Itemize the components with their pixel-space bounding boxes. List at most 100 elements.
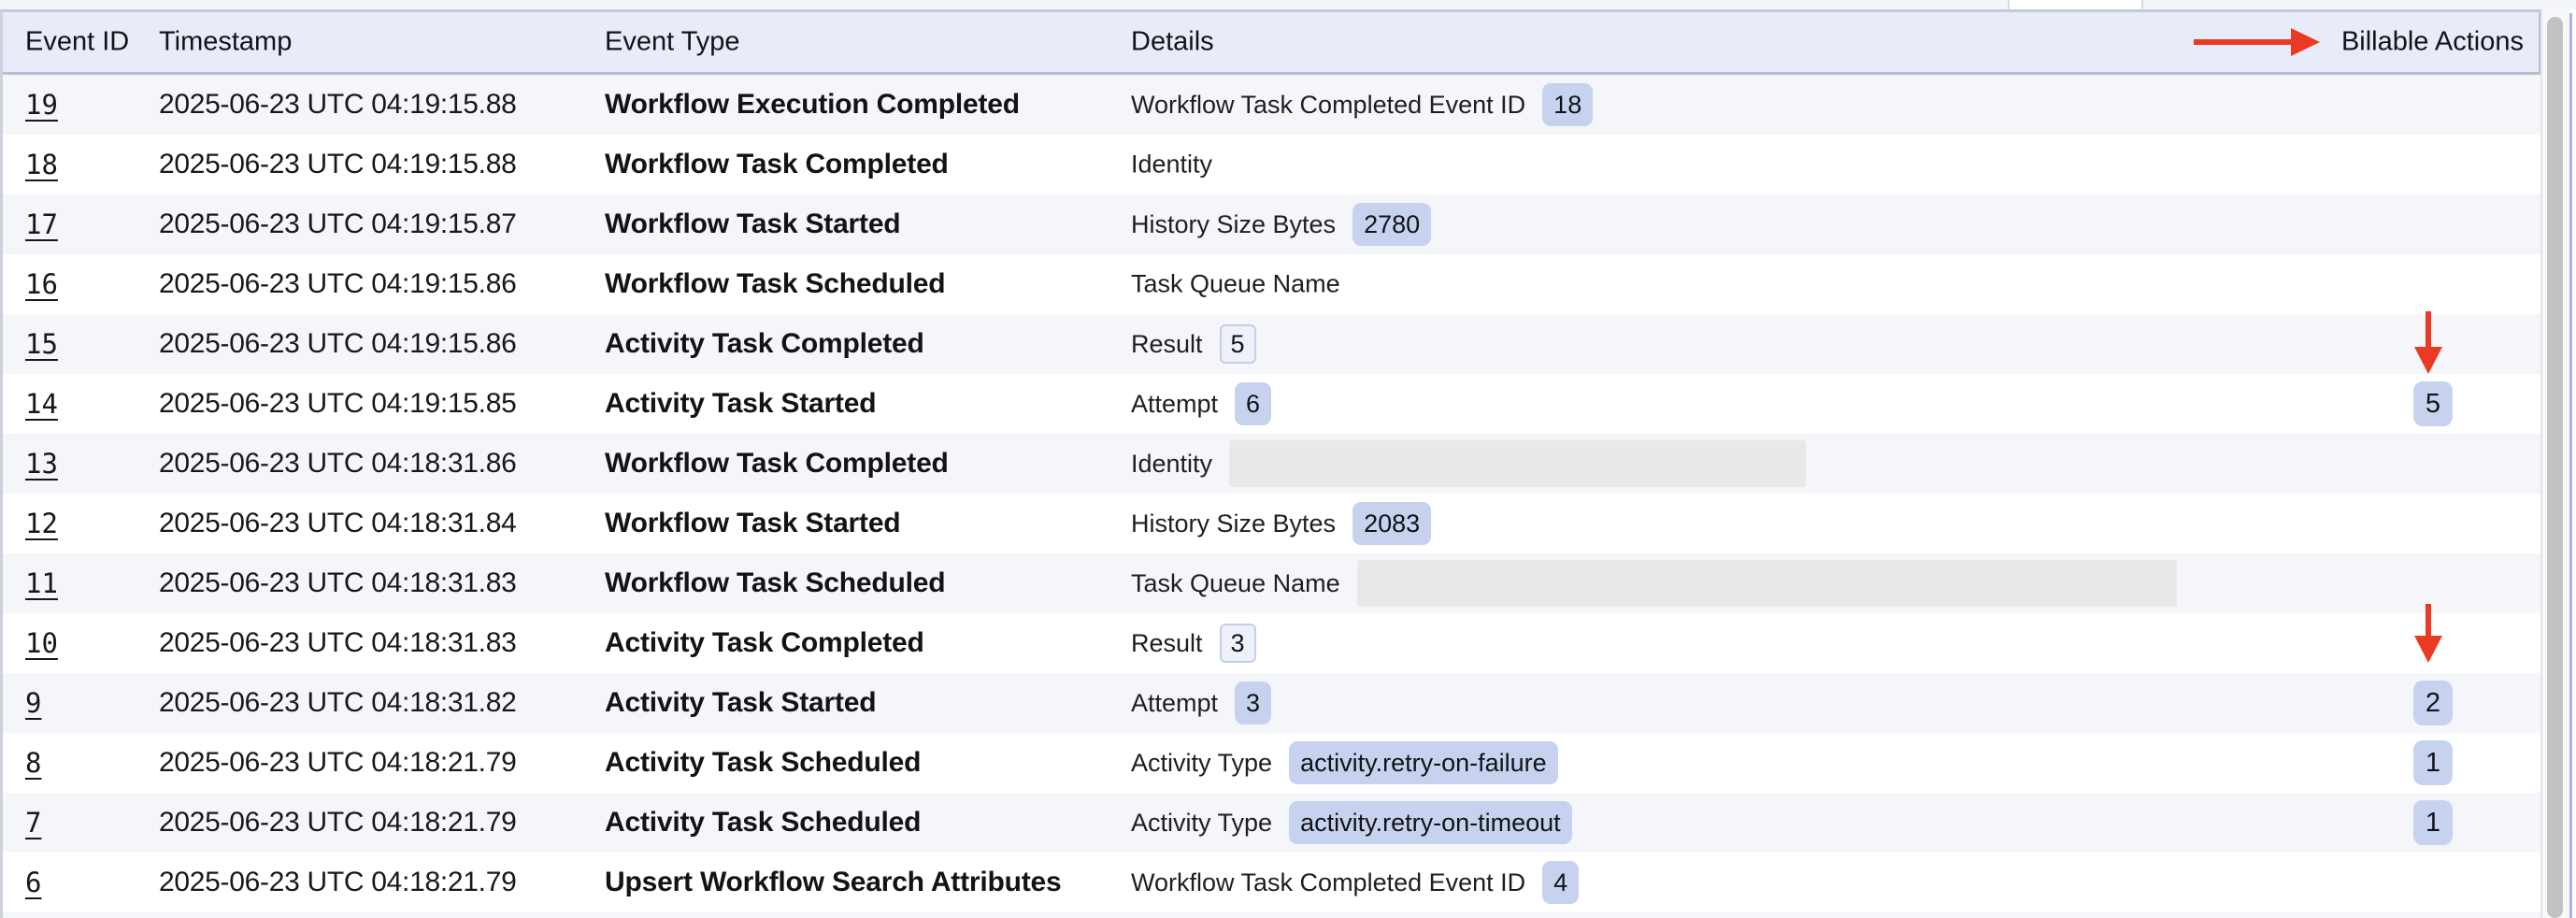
detail-value-badge: 4 (1542, 861, 1579, 904)
table-body: 192025-06-23 UTC 04:19:15.88Workflow Exe… (3, 75, 2540, 912)
event-details: Attempt 3 (1131, 681, 1271, 724)
partially-visible-next-row (3, 912, 2540, 918)
scrollbar-thumb[interactable] (2547, 17, 2563, 918)
table-row: 102025-06-23 UTC 04:18:31.83Activity Tas… (3, 613, 2540, 673)
event-type: Activity Task Completed (605, 627, 924, 659)
event-timestamp: 2025-06-23 UTC 04:18:21.79 (159, 747, 516, 779)
detail-value-badge: 3 (1235, 681, 1271, 724)
event-details: Attempt6 (1131, 382, 1271, 425)
event-timestamp: 2025-06-23 UTC 04:19:15.88 (159, 89, 516, 121)
table-row: 72025-06-23 UTC 04:18:21.79Activity Task… (3, 793, 2540, 853)
detail-label: Activity Type (1131, 809, 1272, 838)
detail-value-badge: 2780 (1352, 203, 1431, 246)
column-header-billable-actions: Billable Actions (2341, 27, 2524, 58)
event-id-link[interactable]: 9 (25, 687, 41, 719)
event-timestamp: 2025-06-23 UTC 04:19:15.85 (159, 388, 516, 420)
table-row: 18 2025-06-23 UTC 04:19:15.88 Workflow Tas… (3, 135, 2540, 194)
event-type: Workflow Execution Completed (605, 89, 1020, 121)
event-details: Identity (1131, 440, 1806, 487)
event-type: Workflow Task Completed (605, 149, 949, 180)
event-details: Result 5 (1131, 324, 1256, 364)
detail-value-redacted-box (1229, 440, 1806, 487)
table-row: 132025-06-23 UTC 04:18:31.86Workflow Tas… (3, 434, 2540, 494)
table-row: 112025-06-23 UTC 04:18:31.83Workflow Tas… (3, 553, 2540, 613)
event-type: Workflow Task Started (605, 508, 900, 539)
event-timestamp: 2025-06-23 UTC 04:18:31.83 (159, 567, 516, 599)
detail-value-chip: 3 (1220, 624, 1256, 663)
detail-label: Workflow Task Completed Event ID (1131, 91, 1525, 120)
table-row: 12 2025-06-23 UTC 04:18:31.84 Workflow Tas… (3, 494, 2540, 553)
detail-label: Workflow Task Completed Event ID (1131, 868, 1525, 897)
event-details: Result3 (1131, 624, 1256, 663)
detail-value-chip: 5 (1220, 324, 1256, 364)
event-type: Activity Task Scheduled (605, 807, 921, 839)
table-row: 14 2025-06-23 UTC 04:19:15.85 Activity Tas… (3, 374, 2540, 434)
top-edge-strip (0, 0, 2576, 9)
detail-label: Task Queue Name (1131, 270, 1340, 299)
table-row: 92025-06-23 UTC 04:18:31.82Activity Task… (3, 673, 2540, 733)
detail-label: Activity Type (1131, 749, 1272, 778)
event-type: Workflow Task Started (605, 208, 900, 240)
event-timestamp: 2025-06-23 UTC 04:18:31.84 (159, 508, 516, 539)
column-header-details: Details (1131, 27, 1214, 58)
table-row: 172025-06-23 UTC 04:19:15.87Workflow Tas… (3, 194, 2540, 254)
red-arrow-down-icon (2414, 636, 2442, 663)
event-history-table-screen: Event ID Timestamp Event Type Details Bi… (0, 0, 2576, 918)
detail-label: Attempt (1131, 689, 1218, 718)
billable-actions-count-badge: 2 (2413, 681, 2453, 725)
billable-actions-count-badge: 5 (2413, 381, 2453, 426)
event-id-link[interactable]: 10 (25, 627, 58, 659)
cutoff-ui-element (2008, 0, 2143, 9)
event-id-link[interactable]: 7 (25, 807, 41, 839)
table-row: 152025-06-23 UTC 04:19:15.86Activity Tas… (3, 314, 2540, 374)
column-header-timestamp: Timestamp (159, 27, 292, 58)
detail-label: Identity (1131, 450, 1212, 479)
red-arrow-annotation-stem (2194, 39, 2291, 45)
event-id-link[interactable]: 18 (25, 149, 58, 180)
column-header-event-type: Event Type (605, 27, 740, 58)
event-type: Workflow Task Scheduled (605, 268, 945, 300)
event-details: Workflow Task Completed Event ID 18 (1131, 83, 1593, 126)
event-type: Activity Task Completed (605, 328, 924, 360)
event-details: History Size Bytes 2083 (1131, 502, 1431, 545)
event-details: History Size Bytes2780 (1131, 203, 1431, 246)
detail-label: History Size Bytes (1131, 509, 1336, 538)
detail-value-badge: activity.retry-on-timeout (1289, 801, 1572, 844)
event-id-link[interactable]: 16 (25, 268, 58, 300)
event-id-link[interactable]: 19 (25, 89, 58, 121)
event-details: Identity (1131, 151, 1212, 179)
event-details: Task Queue Name (1131, 270, 1340, 299)
event-id-link[interactable]: 14 (25, 388, 58, 420)
event-details: Activity Type activity.retry-on-timeout (1131, 801, 1572, 844)
event-id-link[interactable]: 8 (25, 747, 41, 779)
detail-label: Identity (1131, 151, 1212, 179)
event-id-link[interactable]: 12 (25, 508, 58, 539)
table-row: 62025-06-23 UTC 04:18:21.79Upsert Workfl… (3, 853, 2540, 912)
detail-label: Result (1131, 330, 1203, 359)
event-timestamp: 2025-06-23 UTC 04:19:15.88 (159, 149, 516, 180)
right-panel-edge (2569, 13, 2572, 918)
table-row: 162025-06-23 UTC 04:19:15.86Workflow Tas… (3, 254, 2540, 314)
event-id-link[interactable]: 15 (25, 328, 58, 360)
event-id-link[interactable]: 6 (25, 867, 41, 898)
event-type: Activity Task Started (605, 388, 876, 420)
event-type: Workflow Task Completed (605, 448, 949, 480)
red-arrow-right-icon (2291, 28, 2320, 56)
detail-value-badge: 6 (1235, 382, 1271, 425)
event-details: Task Queue Name (1131, 560, 2177, 607)
event-details: Workflow Task Completed Event ID 4 (1131, 861, 1579, 904)
event-id-link[interactable]: 17 (25, 208, 58, 240)
red-arrow-down-icon (2414, 347, 2442, 374)
event-history-table: Event ID Timestamp Event Type Details Bi… (0, 9, 2540, 918)
detail-label: Task Queue Name (1131, 569, 1340, 598)
detail-value-badge: 18 (1542, 83, 1593, 126)
table-header-row: Event ID Timestamp Event Type Details Bi… (3, 12, 2540, 75)
event-type: Activity Task Scheduled (605, 747, 921, 779)
event-timestamp: 2025-06-23 UTC 04:18:31.82 (159, 687, 516, 719)
billable-actions-count-badge: 1 (2413, 800, 2453, 845)
event-id-link[interactable]: 11 (25, 567, 58, 599)
event-type: Upsert Workflow Search Attributes (605, 867, 1062, 898)
column-header-event-id: Event ID (25, 27, 129, 58)
detail-value-badge: 2083 (1352, 502, 1431, 545)
event-id-link[interactable]: 13 (25, 448, 58, 480)
